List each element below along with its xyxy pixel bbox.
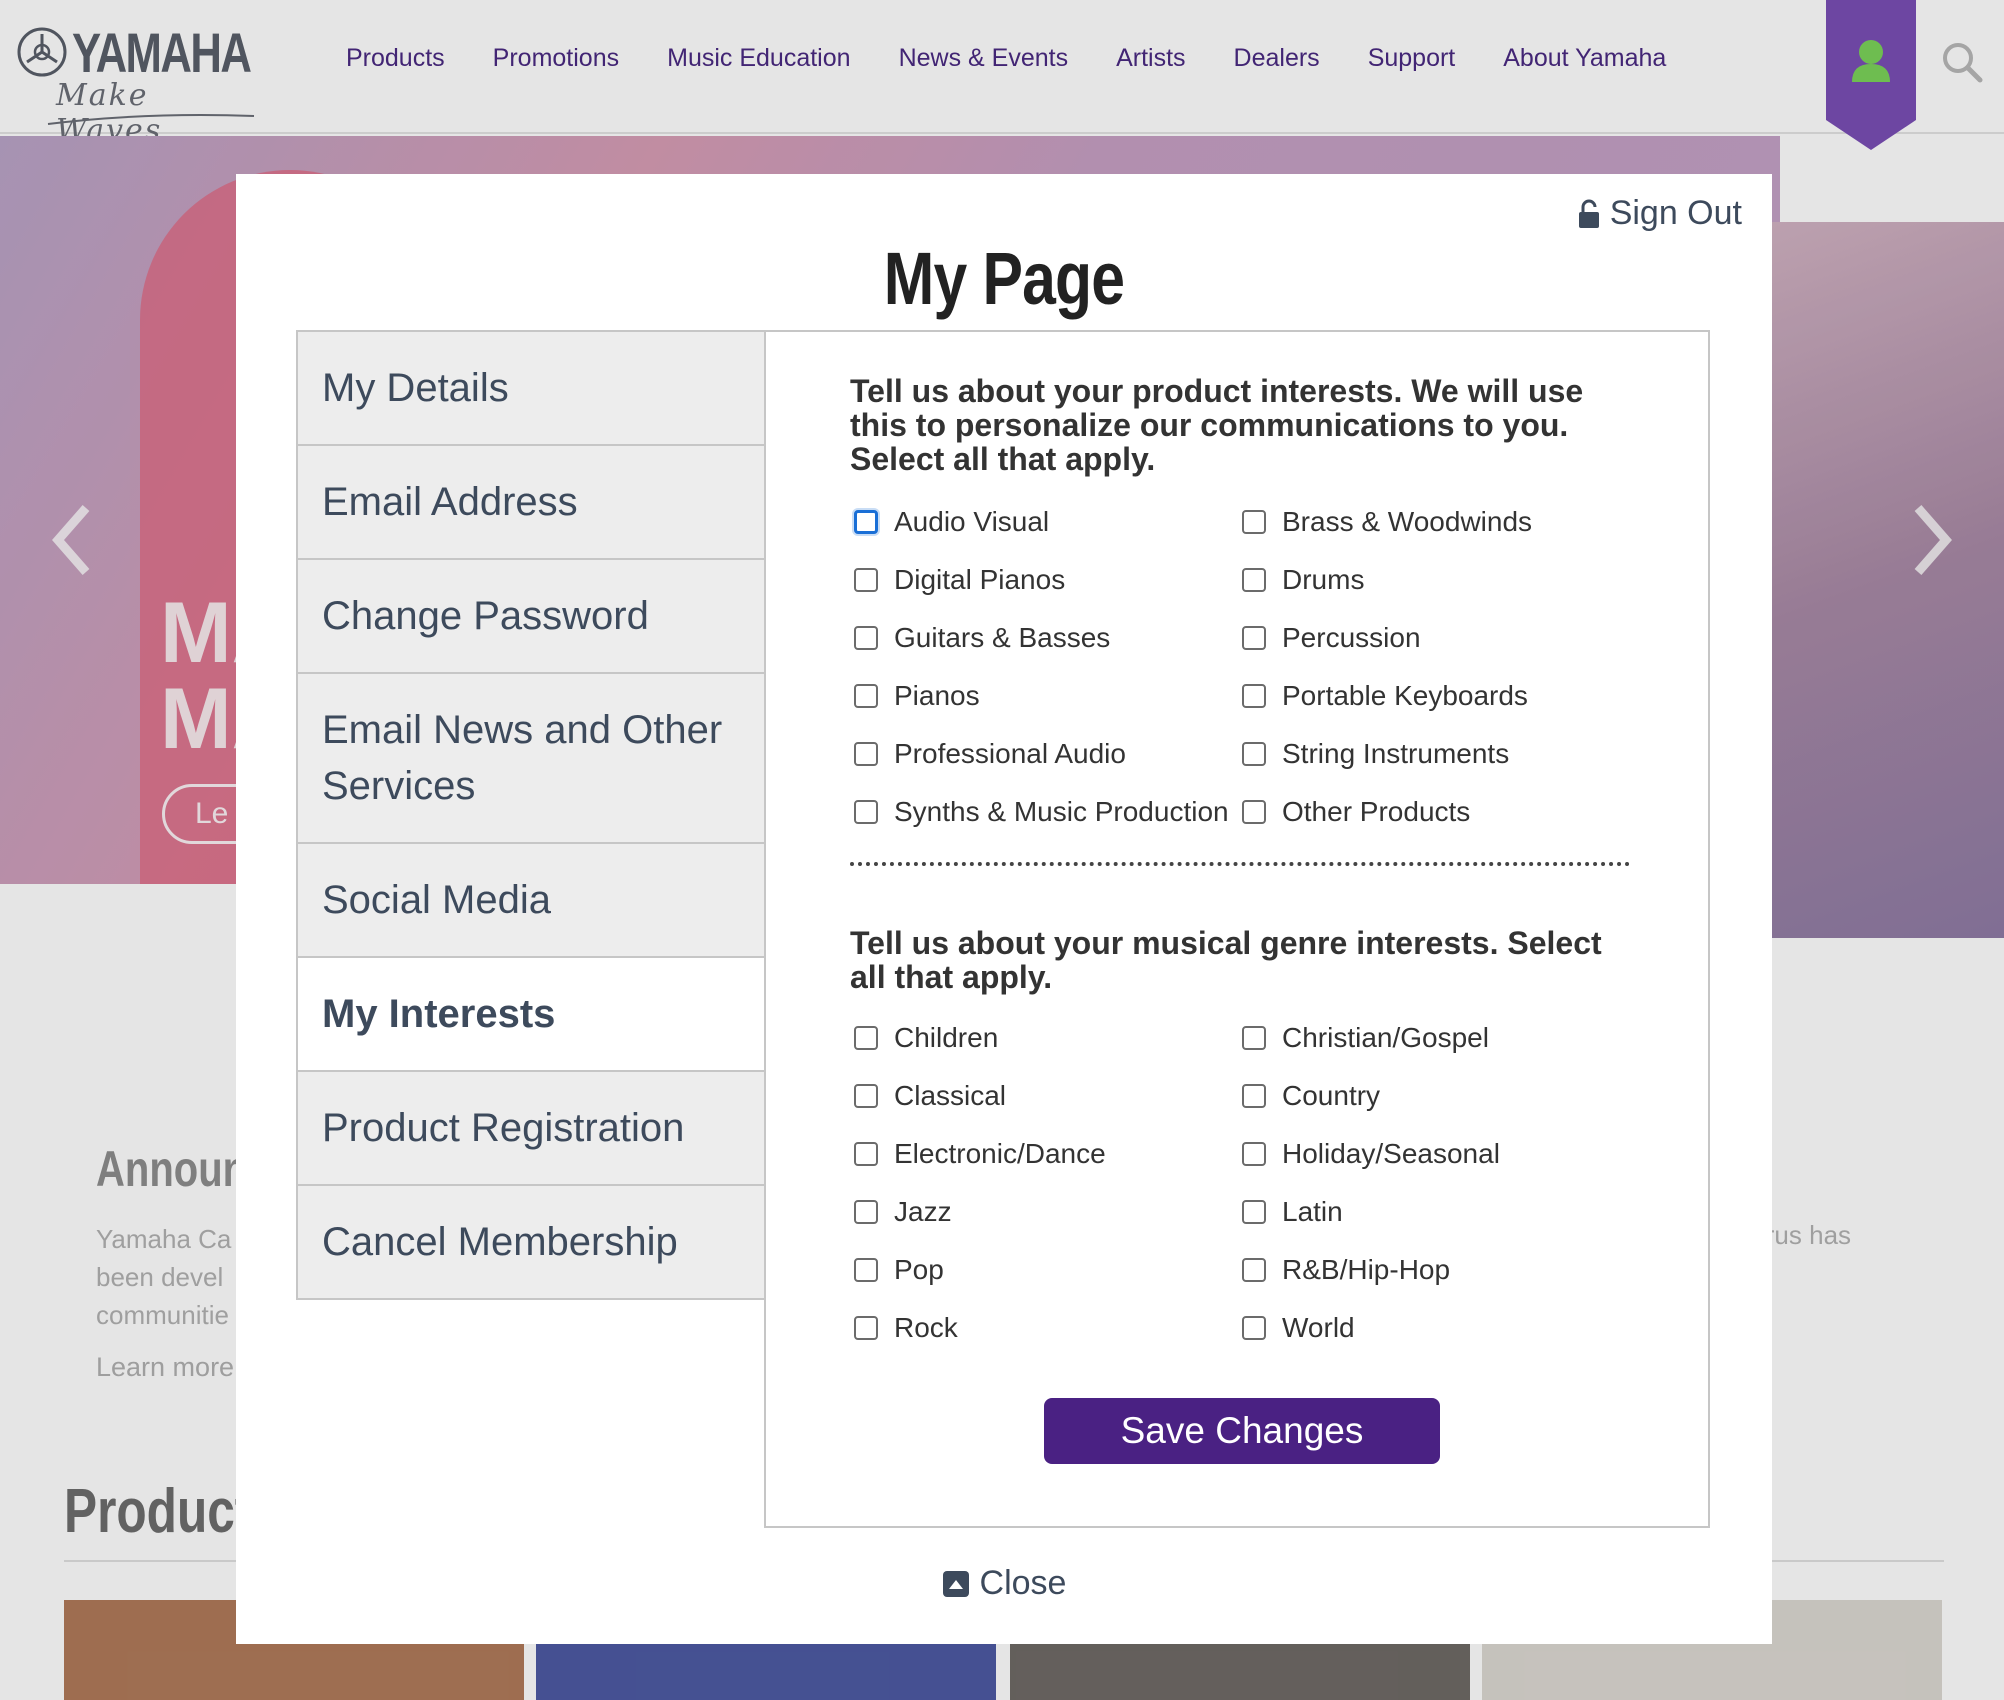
menu-product-registration[interactable]: Product Registration: [296, 1072, 766, 1186]
checkbox-box[interactable]: [854, 1316, 878, 1340]
genre-interests-grid: Children Christian/Gospel Classical Coun…: [850, 1022, 1650, 1344]
checkbox-label: Pop: [894, 1254, 944, 1285]
checkbox-rnb-hip-hop[interactable]: R&B/Hip-Hop: [1238, 1254, 1626, 1286]
checkbox-box[interactable]: [854, 1258, 878, 1282]
checkbox-label: Holiday/Seasonal: [1282, 1138, 1500, 1169]
menu-email-news-services[interactable]: Email News and Other Services: [296, 674, 766, 844]
checkbox-label: Classical: [894, 1080, 1007, 1111]
genre-interests-heading: Tell us about your musical genre interes…: [850, 925, 1602, 995]
checkbox-children[interactable]: Children: [850, 1022, 1238, 1054]
checkbox-box[interactable]: [1242, 1084, 1266, 1108]
checkbox-box[interactable]: [1242, 568, 1266, 592]
checkbox-rock[interactable]: Rock: [850, 1312, 1238, 1344]
checkbox-label: Christian/Gospel: [1282, 1022, 1489, 1053]
menu-my-details[interactable]: My Details: [296, 330, 766, 446]
menu-social-media[interactable]: Social Media: [296, 844, 766, 958]
checkbox-label: Professional Audio: [894, 738, 1126, 769]
checkbox-label: Rock: [894, 1312, 958, 1343]
checkbox-box[interactable]: [854, 626, 878, 650]
checkbox-label: World: [1282, 1312, 1355, 1343]
checkbox-label: Country: [1282, 1080, 1381, 1111]
checkbox-pianos[interactable]: Pianos: [850, 680, 1238, 712]
checkbox-label: Audio Visual: [894, 506, 1050, 537]
checkbox-portable-keyboards[interactable]: Portable Keyboards: [1238, 680, 1626, 712]
close-modal-link[interactable]: Close: [236, 1564, 1772, 1603]
save-changes-button[interactable]: Save Changes: [1044, 1398, 1440, 1464]
checkbox-box[interactable]: [854, 1084, 878, 1108]
checkbox-box[interactable]: [1242, 1026, 1266, 1050]
page-title: My Page: [883, 237, 1125, 320]
checkbox-label: String Instruments: [1282, 738, 1510, 769]
checkbox-electronic-dance[interactable]: Electronic/Dance: [850, 1138, 1238, 1170]
checkbox-latin[interactable]: Latin: [1238, 1196, 1626, 1228]
menu-change-password[interactable]: Change Password: [296, 560, 766, 674]
checkbox-box[interactable]: [854, 800, 878, 824]
checkbox-other-products[interactable]: Other Products: [1238, 796, 1626, 828]
checkbox-string-instruments[interactable]: String Instruments: [1238, 738, 1626, 770]
checkbox-classical[interactable]: Classical: [850, 1080, 1238, 1112]
checkbox-holiday-seasonal[interactable]: Holiday/Seasonal: [1238, 1138, 1626, 1170]
checkbox-pop[interactable]: Pop: [850, 1254, 1238, 1286]
checkbox-box[interactable]: [1242, 510, 1266, 534]
product-interests-heading: Tell us about your product interests. We…: [850, 373, 1584, 477]
checkbox-box[interactable]: [854, 568, 878, 592]
checkbox-box[interactable]: [1242, 1142, 1266, 1166]
checkbox-christian-gospel[interactable]: Christian/Gospel: [1238, 1022, 1626, 1054]
checkbox-label: Electronic/Dance: [894, 1138, 1106, 1169]
menu-my-interests[interactable]: My Interests: [296, 958, 766, 1072]
checkbox-jazz[interactable]: Jazz: [850, 1196, 1238, 1228]
checkbox-box[interactable]: [854, 684, 878, 708]
checkbox-label: Digital Pianos: [894, 564, 1066, 595]
close-up-icon: [942, 1570, 969, 1597]
checkbox-label: Guitars & Basses: [894, 622, 1111, 653]
checkbox-box[interactable]: [1242, 1316, 1266, 1340]
my-page-modal: Sign Out My Page My Details Email Addres…: [236, 174, 1772, 1644]
checkbox-audio-visual[interactable]: Audio Visual: [850, 506, 1238, 538]
menu-cancel-membership[interactable]: Cancel Membership: [296, 1186, 766, 1300]
menu-email-address[interactable]: Email Address: [296, 446, 766, 560]
checkbox-box[interactable]: [854, 1142, 878, 1166]
sign-out-link[interactable]: Sign Out: [1578, 194, 1742, 233]
interests-panel: Tell us about your product interests. We…: [764, 330, 1710, 1528]
checkbox-label: Latin: [1282, 1196, 1343, 1227]
checkbox-synths-music-production[interactable]: Synths & Music Production: [850, 796, 1238, 828]
checkbox-label: Brass & Woodwinds: [1282, 506, 1533, 537]
checkbox-box[interactable]: [854, 510, 878, 534]
checkbox-box[interactable]: [1242, 1258, 1266, 1282]
checkbox-label: Other Products: [1282, 796, 1471, 827]
checkbox-label: Pianos: [894, 680, 980, 711]
my-page-menu: My Details Email Address Change Password…: [296, 330, 766, 1300]
checkbox-box[interactable]: [1242, 684, 1266, 708]
checkbox-label: R&B/Hip-Hop: [1282, 1254, 1451, 1285]
checkbox-box[interactable]: [854, 742, 878, 766]
checkbox-label: Drums: [1282, 564, 1365, 595]
checkbox-label: Synths & Music Production: [894, 796, 1229, 827]
checkbox-percussion[interactable]: Percussion: [1238, 622, 1626, 654]
close-label: Close: [979, 1564, 1067, 1602]
checkbox-label: Portable Keyboards: [1282, 680, 1528, 711]
checkbox-box[interactable]: [1242, 800, 1266, 824]
section-divider: [850, 862, 1630, 866]
sign-out-label: Sign Out: [1609, 194, 1742, 232]
product-interests-grid: Audio Visual Brass & Woodwinds Digital P…: [850, 506, 1650, 828]
checkbox-digital-pianos[interactable]: Digital Pianos: [850, 564, 1238, 596]
checkbox-box[interactable]: [1242, 1200, 1266, 1224]
checkbox-label: Children: [894, 1022, 999, 1053]
checkbox-brass-woodwinds[interactable]: Brass & Woodwinds: [1238, 506, 1626, 538]
checkbox-label: Jazz: [894, 1196, 952, 1227]
checkbox-label: Percussion: [1282, 622, 1421, 653]
checkbox-box[interactable]: [854, 1026, 878, 1050]
checkbox-box[interactable]: [854, 1200, 878, 1224]
checkbox-guitars-basses[interactable]: Guitars & Basses: [850, 622, 1238, 654]
checkbox-box[interactable]: [1242, 742, 1266, 766]
checkbox-drums[interactable]: Drums: [1238, 564, 1626, 596]
checkbox-professional-audio[interactable]: Professional Audio: [850, 738, 1238, 770]
checkbox-world[interactable]: World: [1238, 1312, 1626, 1344]
unlock-icon: [1578, 199, 1599, 228]
checkbox-box[interactable]: [1242, 626, 1266, 650]
checkbox-country[interactable]: Country: [1238, 1080, 1626, 1112]
